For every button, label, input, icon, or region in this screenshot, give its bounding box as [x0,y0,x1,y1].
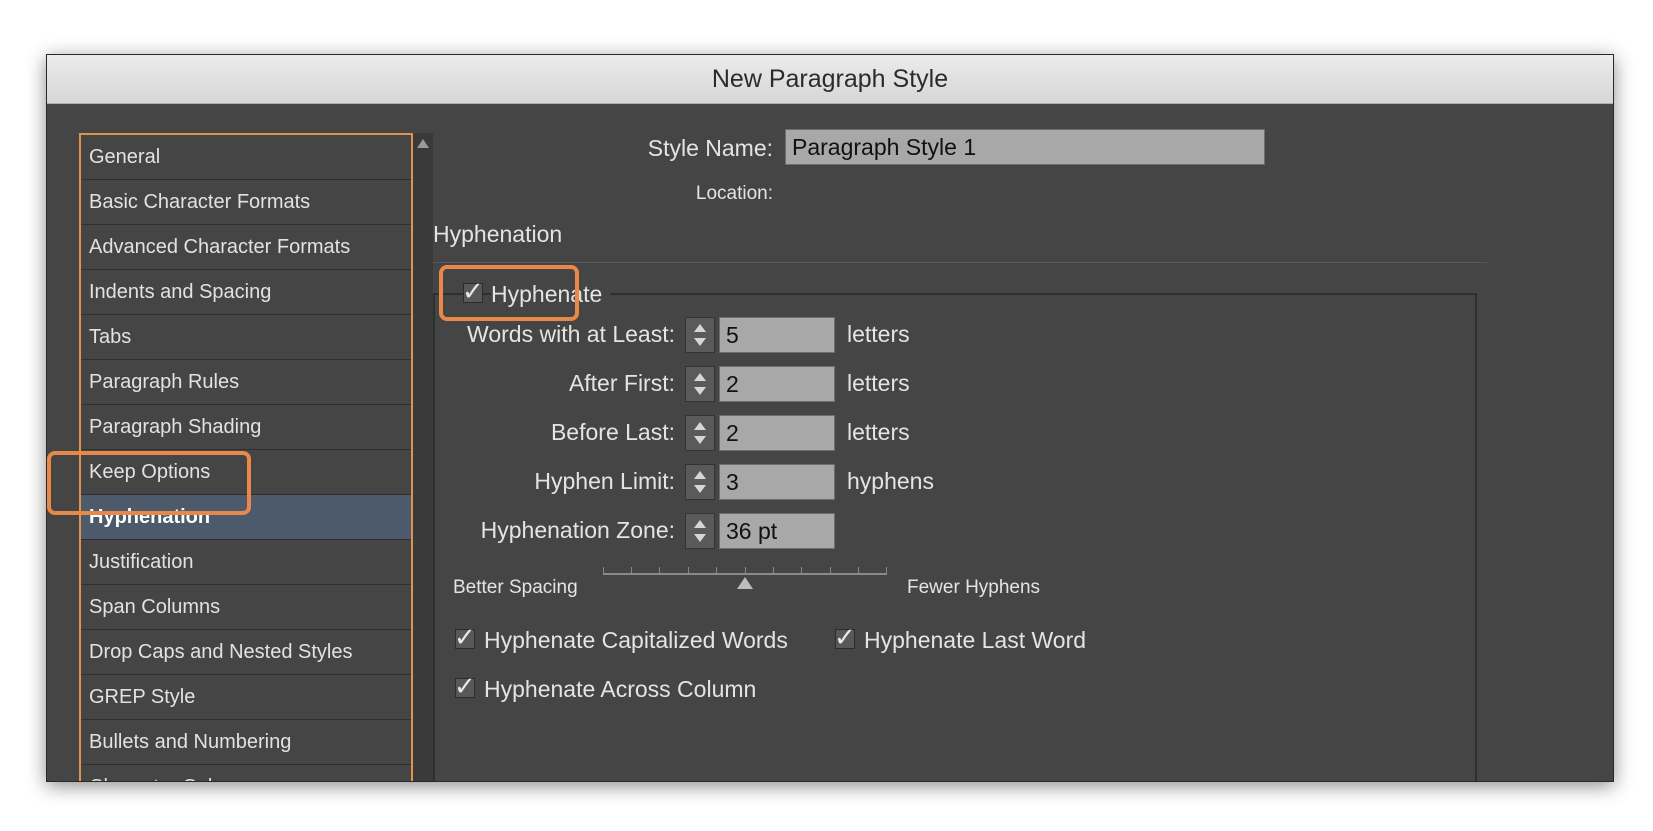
decrement-icon [694,485,706,493]
checkmark-icon: ✓ [834,622,856,652]
location-label: Location: [695,183,773,204]
sidebar-item-justification[interactable]: Justification [81,540,411,585]
checkmark-icon: ✓ [454,671,476,701]
sidebar-item-tabs[interactable]: Tabs [81,315,411,360]
increment-icon [694,324,706,332]
slider-tick [886,567,887,573]
after-first-input[interactable]: 2 [719,366,835,402]
slider-tick [801,567,802,573]
hyphen-limit-unit: hyphens [847,468,934,494]
slider-tick [688,567,689,573]
sidebar-item-grep-style[interactable]: GREP Style [81,675,411,720]
increment-icon [694,520,706,528]
after-first-unit: letters [847,370,910,396]
last-word-checkbox[interactable]: ✓ [834,622,856,652]
decrement-icon [694,534,706,542]
sidebar-item-character-color[interactable]: Character Color [81,765,411,781]
hyphenation-zone-stepper[interactable] [685,513,715,549]
decrement-icon [694,338,706,346]
across-column-checkbox[interactable]: ✓ [454,671,476,701]
hyphen-limit-label: Hyphen Limit: [534,468,675,494]
style-name-input[interactable]: Paragraph Style 1 [785,129,1265,165]
hyphenation-zone-input[interactable]: 36 pt [719,513,835,549]
words-at-least-input[interactable]: 5 [719,317,835,353]
slider-tick [631,567,632,573]
slider-track [603,573,887,575]
sidebar-item-bullets-numbering[interactable]: Bullets and Numbering [81,720,411,765]
section-title: Hyphenation [433,221,563,247]
better-spacing-label: Better Spacing [453,577,578,598]
sidebar-item-paragraph-shading[interactable]: Paragraph Shading [81,405,411,450]
checkmark-icon: ✓ [454,622,476,652]
scroll-up-arrow-icon[interactable] [417,139,429,148]
sidebar-item-basic-character-formats[interactable]: Basic Character Formats [81,180,411,225]
after-first-label: After First: [568,370,675,396]
words-at-least-stepper[interactable] [685,317,715,353]
slider-tick [745,567,746,573]
across-column-label: Hyphenate Across Column [484,676,757,702]
section-divider [433,262,1487,263]
before-last-unit: letters [847,419,910,445]
hyphen-limit-stepper[interactable] [685,464,715,500]
slider-tick [830,567,831,573]
slider-tick [858,567,859,573]
increment-icon [694,422,706,430]
capitalized-checkbox[interactable]: ✓ [454,622,476,652]
before-last-input[interactable]: 2 [719,415,835,451]
increment-icon [694,471,706,479]
slider-tick [603,567,604,573]
hyphenate-highlight [439,265,579,321]
slider-tick [773,567,774,573]
slider-thumb[interactable] [737,577,753,589]
sidebar-item-general[interactable]: General [81,135,411,180]
decrement-icon [694,387,706,395]
sidebar-item-advanced-character-formats[interactable]: Advanced Character Formats [81,225,411,270]
sidebar-item-paragraph-rules[interactable]: Paragraph Rules [81,360,411,405]
words-at-least-label: Words with at Least: [467,321,675,347]
before-last-stepper[interactable] [685,415,715,451]
sidebar-selection-highlight [47,451,251,515]
dialog-title: New Paragraph Style [47,55,1613,104]
capitalized-label: Hyphenate Capitalized Words [484,627,788,653]
slider-tick [716,567,717,573]
hyphen-limit-input[interactable]: 3 [719,464,835,500]
sidebar-scrollbar[interactable] [413,133,433,781]
increment-icon [694,373,706,381]
after-first-stepper[interactable] [685,366,715,402]
spacing-slider[interactable] [603,563,887,593]
sidebar-item-indents-and-spacing[interactable]: Indents and Spacing [81,270,411,315]
slider-tick [659,567,660,573]
words-at-least-unit: letters [847,321,910,347]
paragraph-style-dialog: New Paragraph Style General Basic Charac… [46,54,1614,782]
hyphenation-zone-label: Hyphenation Zone: [480,517,675,543]
sidebar-item-drop-caps[interactable]: Drop Caps and Nested Styles [81,630,411,675]
before-last-label: Before Last: [550,419,675,445]
style-name-label: Style Name: [647,135,773,161]
fewer-hyphens-label: Fewer Hyphens [907,577,1041,598]
decrement-icon [694,436,706,444]
last-word-label: Hyphenate Last Word [864,627,1087,653]
sidebar-item-span-columns[interactable]: Span Columns [81,585,411,630]
